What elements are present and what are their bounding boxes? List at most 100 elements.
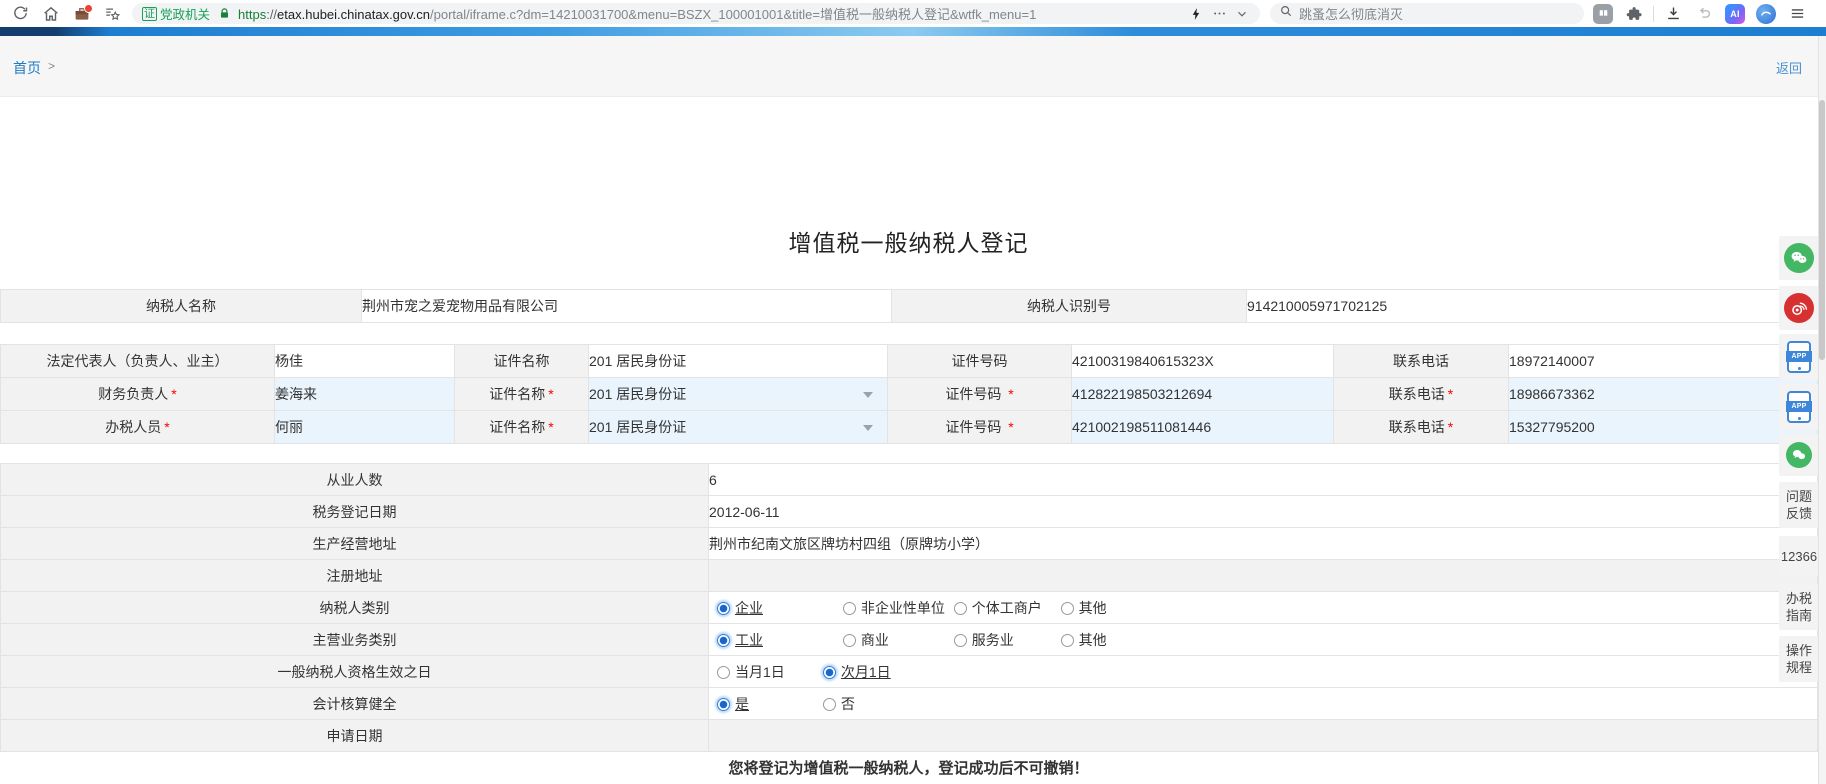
home-icon[interactable] bbox=[39, 3, 63, 25]
book-icon[interactable] bbox=[1591, 3, 1615, 25]
radio-option-commerce[interactable]: 商业 bbox=[843, 630, 950, 650]
ai-assistant-icon[interactable]: AI bbox=[1723, 3, 1747, 25]
hotline-12366-button[interactable]: 12366 bbox=[1779, 536, 1819, 576]
scrollbar-thumb[interactable] bbox=[1819, 100, 1825, 360]
lightning-icon[interactable] bbox=[1188, 3, 1204, 25]
radio-icon[interactable] bbox=[717, 666, 730, 679]
url-text[interactable]: https://etax.hubei.chinatax.gov.cn/porta… bbox=[238, 4, 1182, 23]
menu-icon[interactable] bbox=[1785, 3, 1809, 25]
radio-checked-icon[interactable] bbox=[823, 666, 836, 679]
table-row: 办税人员* 何丽 证件名称* 201 居民身份证 证件号码 * 42100219… bbox=[1, 411, 1818, 444]
business-address-value: 荆州市纪南文旅区牌坊村四组（原牌坊小学） bbox=[709, 528, 1818, 560]
toolbar-divider bbox=[1653, 6, 1654, 22]
radio-icon[interactable] bbox=[843, 634, 856, 647]
cert-no-field[interactable]: 412822198503212694 bbox=[1072, 378, 1334, 411]
chevron-down-icon[interactable] bbox=[1234, 3, 1250, 25]
phone-field[interactable]: 18986673362 bbox=[1509, 378, 1818, 411]
finance-officer-label: 财务负责人* bbox=[1, 378, 275, 411]
reading-list-star-icon[interactable] bbox=[101, 3, 125, 25]
chevron-down-icon[interactable] bbox=[863, 392, 873, 398]
contacts-table: 法定代表人（负责人、业主） 杨佳 证件名称 201 居民身份证 证件号码 421… bbox=[0, 344, 1818, 444]
radio-checked-icon[interactable] bbox=[717, 602, 730, 615]
taxpayer-info-table: 纳税人名称 荆州市宠之爱宠物用品有限公司 纳税人识别号 914210005971… bbox=[0, 289, 1818, 323]
more-dots-icon[interactable] bbox=[1210, 3, 1228, 25]
apply-date-value bbox=[709, 720, 1818, 752]
radio-checked-icon[interactable] bbox=[717, 698, 730, 711]
wechat-mini-button[interactable] bbox=[1779, 434, 1819, 476]
briefcase-icon[interactable] bbox=[70, 3, 94, 25]
cert-no-label: 证件号码 * bbox=[888, 378, 1072, 411]
irrevocable-warning-text: 您将登记为增值税一般纳税人，登记成功后不可撤销！ bbox=[0, 757, 1817, 778]
wechat-icon bbox=[1784, 243, 1814, 273]
radio-option-next-month[interactable]: 次月1日 bbox=[823, 662, 891, 682]
table-row: 税务登记日期 2012-06-11 bbox=[1, 496, 1818, 528]
weibo-icon bbox=[1784, 293, 1814, 323]
back-link[interactable]: 返回 bbox=[1776, 58, 1802, 77]
cert-no-field[interactable]: 421002198511081446 bbox=[1072, 411, 1334, 444]
breadcrumb-separator: > bbox=[48, 59, 55, 73]
feedback-button[interactable]: 问题反馈 bbox=[1779, 482, 1819, 528]
table-row: 主营业务类别 工业 商业 服务业 其他 bbox=[1, 624, 1818, 656]
page-title: 增值税一般纳税人登记 bbox=[0, 224, 1817, 258]
radio-icon[interactable] bbox=[1061, 602, 1074, 615]
cert-name-label: 证件名称* bbox=[455, 378, 589, 411]
radio-icon[interactable] bbox=[823, 698, 836, 711]
lock-icon[interactable] bbox=[216, 3, 232, 25]
table-row: 会计核算健全 是 否 bbox=[1, 688, 1818, 720]
radio-option-enterprise[interactable]: 企业 bbox=[717, 598, 839, 618]
site-cert-badge[interactable]: 证 党政机关 bbox=[142, 4, 210, 23]
weibo-share-button[interactable] bbox=[1779, 286, 1819, 330]
radio-option-other[interactable]: 其他 bbox=[1061, 630, 1107, 650]
radio-option-other[interactable]: 其他 bbox=[1061, 598, 1107, 618]
wechat-mini-icon bbox=[1786, 442, 1812, 468]
cert-name-select[interactable]: 201 居民身份证 bbox=[589, 378, 888, 411]
url-bar[interactable]: 证 党政机关 https://etax.hubei.chinatax.gov.c… bbox=[132, 3, 1260, 24]
radio-option-individual[interactable]: 个体工商户 bbox=[954, 598, 1057, 618]
operation-rules-button[interactable]: 操作规程 bbox=[1779, 636, 1819, 682]
search-input[interactable]: 跳蚤怎么彻底消灭 bbox=[1270, 3, 1584, 24]
radio-option-non-enterprise[interactable]: 非企业性单位 bbox=[843, 598, 950, 618]
radio-option-industry[interactable]: 工业 bbox=[717, 630, 839, 650]
browser-logo-icon[interactable] bbox=[1754, 3, 1778, 25]
apply-date-label: 申请日期 bbox=[1, 720, 709, 752]
table-row: 生产经营地址 荆州市纪南文旅区牌坊村四组（原牌坊小学） bbox=[1, 528, 1818, 560]
phone-field[interactable]: 15327795200 bbox=[1509, 411, 1818, 444]
radio-icon[interactable] bbox=[954, 634, 967, 647]
phone-label: 联系电话* bbox=[1334, 378, 1509, 411]
site-banner-strip bbox=[0, 27, 1826, 36]
cert-name-select[interactable]: 201 居民身份证 bbox=[589, 411, 888, 444]
puzzle-extension-icon[interactable] bbox=[1622, 3, 1646, 25]
radio-option-yes[interactable]: 是 bbox=[717, 694, 819, 714]
radio-option-no[interactable]: 否 bbox=[823, 694, 855, 714]
taxpayer-name-value: 荆州市宠之爱宠物用品有限公司 bbox=[362, 290, 892, 323]
app-download-button[interactable]: APP bbox=[1779, 334, 1819, 380]
app-download-button[interactable]: APP bbox=[1779, 384, 1819, 430]
search-query-text: 跳蚤怎么彻底消灭 bbox=[1299, 4, 1403, 23]
taxpayer-type-label: 纳税人类别 bbox=[1, 592, 709, 624]
download-icon[interactable] bbox=[1661, 3, 1685, 25]
undo-icon[interactable] bbox=[1692, 3, 1716, 25]
breadcrumb-home-link[interactable]: 首页 bbox=[13, 58, 41, 78]
radio-icon[interactable] bbox=[1061, 634, 1074, 647]
radio-option-service[interactable]: 服务业 bbox=[954, 630, 1057, 650]
tax-guide-button[interactable]: 办税指南 bbox=[1779, 584, 1819, 630]
cert-name-value: 201 居民身份证 bbox=[589, 345, 888, 378]
radio-checked-icon[interactable] bbox=[717, 634, 730, 647]
tax-clerk-label: 办税人员* bbox=[1, 411, 275, 444]
table-row: 从业人数 6 bbox=[1, 464, 1818, 496]
table-row: 申请日期 bbox=[1, 720, 1818, 752]
radio-icon[interactable] bbox=[843, 602, 856, 615]
radio-option-current-month[interactable]: 当月1日 bbox=[717, 662, 819, 682]
wechat-share-button[interactable] bbox=[1779, 236, 1819, 280]
tax-clerk-name-field[interactable]: 何丽 bbox=[275, 411, 455, 444]
finance-officer-name-field[interactable]: 姜海来 bbox=[275, 378, 455, 411]
effective-date-options: 当月1日 次月1日 bbox=[709, 656, 1818, 688]
refresh-icon[interactable] bbox=[8, 3, 32, 25]
main-business-label: 主营业务类别 bbox=[1, 624, 709, 656]
table-row: 财务负责人* 姜海来 证件名称* 201 居民身份证 证件号码 * 412822… bbox=[1, 378, 1818, 411]
effective-date-label: 一般纳税人资格生效之日 bbox=[1, 656, 709, 688]
chevron-down-icon[interactable] bbox=[863, 425, 873, 431]
registered-address-value bbox=[709, 560, 1818, 592]
cert-icon: 证 bbox=[142, 7, 157, 21]
radio-icon[interactable] bbox=[954, 602, 967, 615]
